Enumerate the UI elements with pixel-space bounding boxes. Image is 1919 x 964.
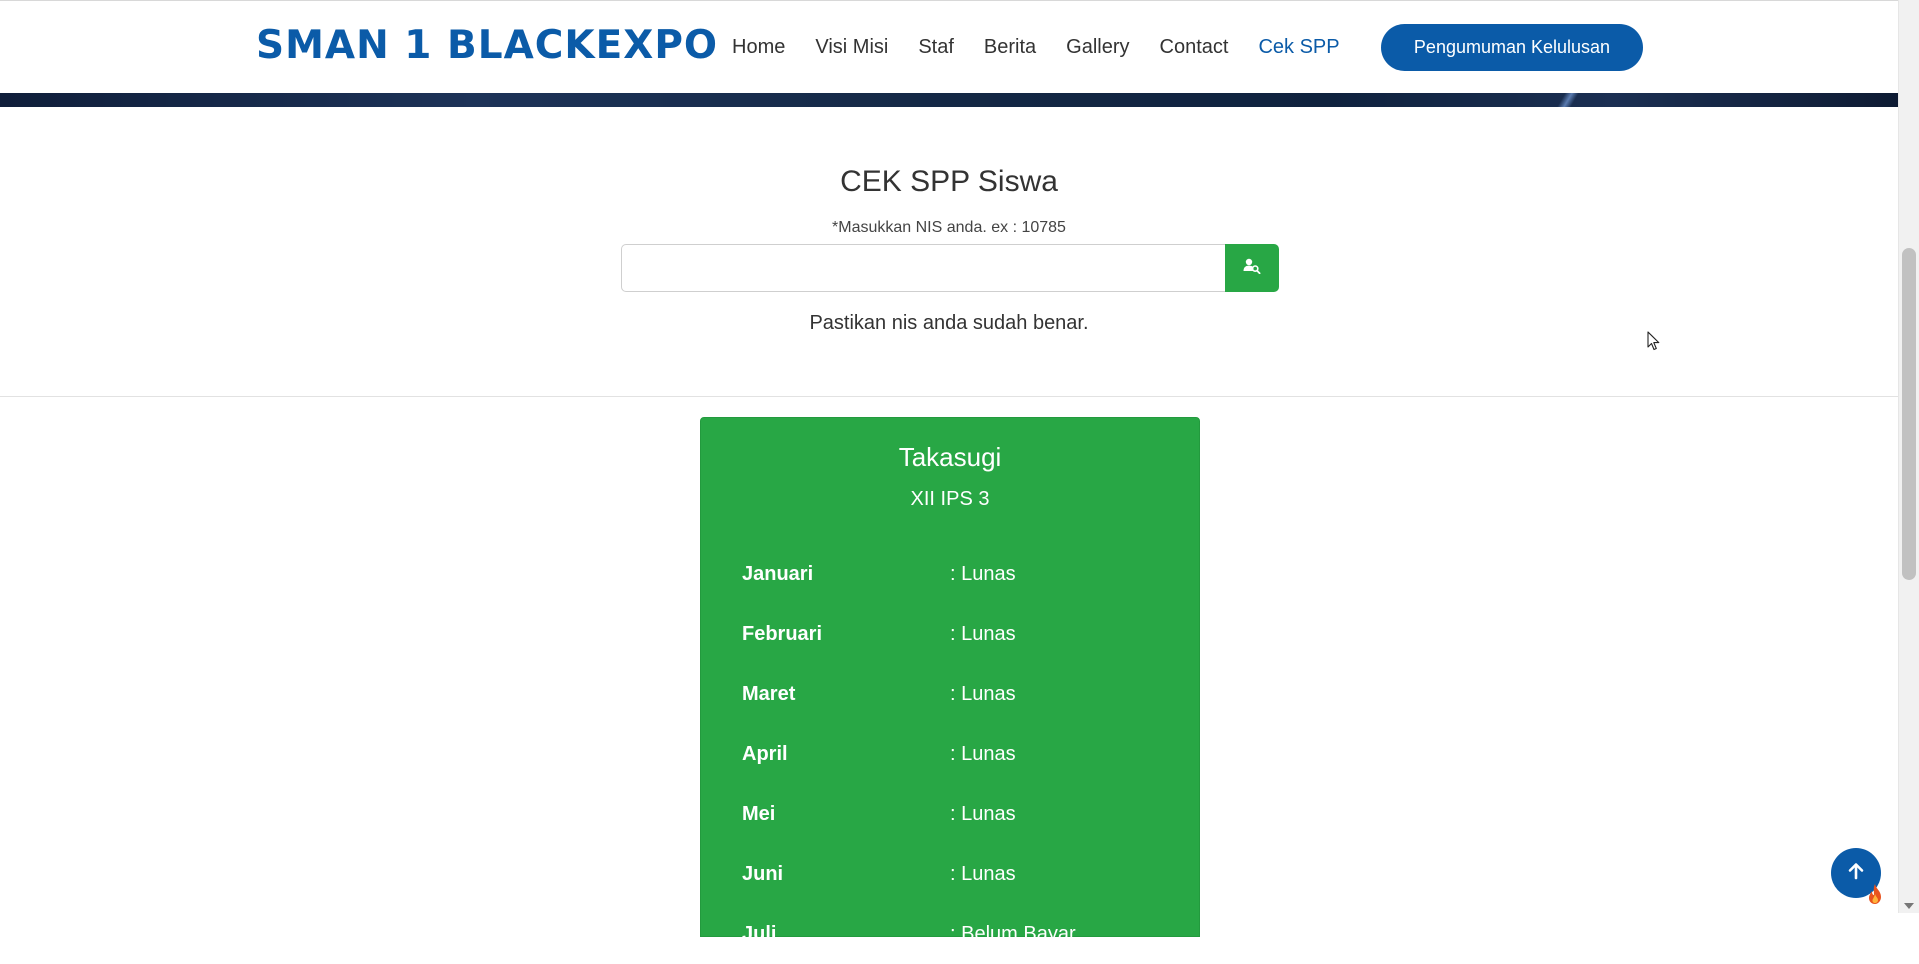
spp-result-card: Takasugi XII IPS 3 Januari : Lunas Febru…	[700, 417, 1200, 945]
payment-row: Maret : Lunas	[742, 664, 1162, 724]
payment-row: April : Lunas	[742, 724, 1162, 784]
student-name: Takasugi	[898, 442, 1002, 472]
flame-icon	[1866, 883, 1884, 910]
payment-row: Juni : Lunas	[742, 844, 1162, 904]
hero-banner-strip	[0, 93, 1898, 107]
nav-home[interactable]: Home	[732, 31, 785, 63]
site-header: SMAN 1 BLACKEXPO Home Visi Misi Staf Ber…	[0, 0, 1898, 93]
nav-gallery[interactable]: Gallery	[1066, 31, 1129, 63]
payment-row: Juli : Belum Bayar	[742, 904, 1162, 964]
scrollbar-thumb[interactable]	[1902, 248, 1916, 580]
nav-contact[interactable]: Contact	[1160, 31, 1229, 63]
main-nav: Home Visi Misi Staf Berita Gallery Conta…	[732, 31, 1370, 63]
payment-month: Januari	[742, 562, 814, 585]
user-search-icon	[1243, 258, 1261, 279]
payment-status: : Lunas	[950, 562, 1016, 585]
payment-row: Mei : Lunas	[742, 784, 1162, 844]
nav-staf[interactable]: Staf	[918, 31, 954, 63]
arrow-up-icon	[1846, 861, 1866, 886]
payment-month: Juli	[742, 922, 777, 945]
nis-input[interactable]	[621, 244, 1226, 292]
payment-list: Januari : Lunas Februari : Lunas Maret :…	[742, 544, 1162, 964]
payment-status: : Lunas	[950, 862, 1016, 885]
mouse-cursor-icon	[1647, 331, 1661, 356]
check-spp-section: CEK SPP Siswa *Masukkan NIS anda. ex : 1…	[0, 107, 1898, 396]
payment-month: Mei	[742, 802, 776, 825]
site-brand[interactable]: SMAN 1 BLACKEXPO	[256, 23, 718, 68]
nis-search-form	[621, 244, 1279, 292]
payment-month: Februari	[742, 622, 823, 645]
payment-status: : Belum Bayar	[950, 922, 1076, 945]
nav-visi-misi[interactable]: Visi Misi	[815, 31, 888, 63]
nav-cek-spp[interactable]: Cek SPP	[1258, 31, 1339, 63]
nav-berita[interactable]: Berita	[984, 31, 1036, 63]
payment-status: : Lunas	[950, 682, 1016, 705]
section-divider	[0, 396, 1898, 397]
announcement-button[interactable]: Pengumuman Kelulusan	[1381, 24, 1643, 71]
page-scrollbar[interactable]	[1898, 0, 1919, 913]
payment-row: Februari : Lunas	[742, 604, 1162, 664]
scroll-down-arrow-icon[interactable]	[1904, 903, 1914, 909]
payment-month: Maret	[742, 682, 796, 705]
payment-month: Juni	[742, 862, 784, 885]
student-class: XII IPS 3	[910, 488, 990, 510]
payment-row: Januari : Lunas	[742, 544, 1162, 604]
section-title: CEK SPP Siswa	[840, 165, 1058, 198]
payment-month: April	[742, 742, 788, 765]
payment-status: : Lunas	[950, 802, 1016, 825]
search-button[interactable]	[1225, 244, 1279, 292]
payment-status: : Lunas	[950, 622, 1016, 645]
nis-hint: *Masukkan NIS anda. ex : 10785	[832, 219, 1066, 236]
nis-note: Pastikan nis anda sudah benar.	[809, 312, 1089, 334]
payment-status: : Lunas	[950, 742, 1016, 765]
